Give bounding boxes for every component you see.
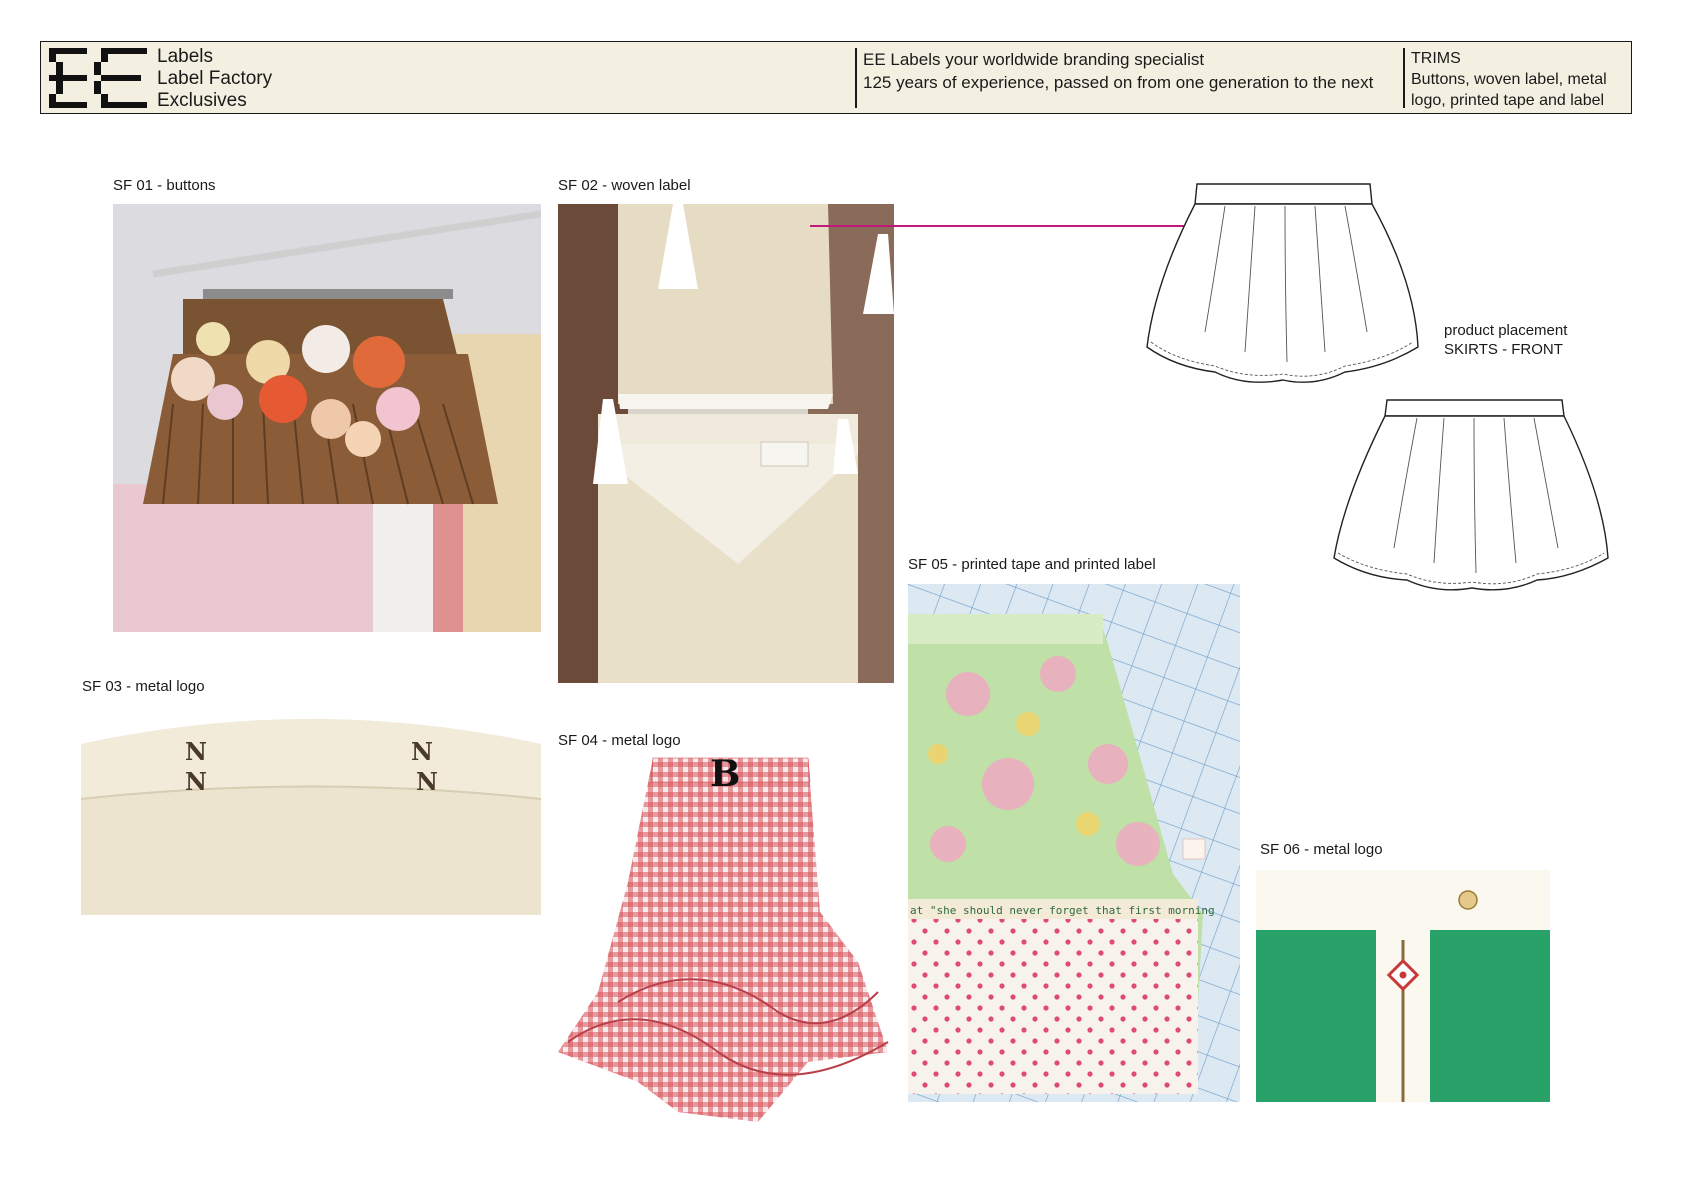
trims-line-2: logo, printed tape and label <box>1411 92 1605 109</box>
brand-name: Labels Label Factory Exclusives <box>157 46 272 112</box>
tagline-line-1: EE Labels your worldwide branding specia… <box>863 50 1205 69</box>
placement-note-line-2: SKIRTS - FRONT <box>1444 341 1563 358</box>
photo-sf03-metal-logo: NN NN <box>81 704 541 915</box>
ee-logo <box>49 48 149 108</box>
caption-sf05: SF 05 - printed tape and printed label <box>908 556 1156 573</box>
brand-line-exclusives: Exclusives <box>157 90 247 111</box>
caption-sf06: SF 06 - metal logo <box>1260 841 1383 858</box>
placement-note: product placement SKIRTS - FRONT <box>1444 321 1567 359</box>
header-divider <box>1403 48 1405 108</box>
caption-sf04: SF 04 - metal logo <box>558 732 681 749</box>
svg-text:N: N <box>411 737 433 766</box>
tagline: EE Labels your worldwide branding specia… <box>863 48 1373 94</box>
skirt-sketch-front-bottom <box>1332 398 1612 608</box>
photo-sf04-metal-logo: B <box>558 752 900 1130</box>
brand-line-label-factory: Label Factory <box>157 68 273 89</box>
printed-tape-text: at "she should never forget that first m… <box>910 904 1215 917</box>
trims-line-1: Buttons, woven label, metal <box>1411 71 1607 88</box>
trims-title: TRIMS <box>1411 50 1461 67</box>
tagline-line-2: 125 years of experience, passed on from … <box>863 73 1374 92</box>
photo-sf06-metal-logo <box>1256 870 1550 1102</box>
header-bar: Labels Label Factory Exclusives EE Label… <box>40 41 1632 114</box>
photo-sf05-printed-tape: at "she should never forget that first m… <box>908 584 1240 1102</box>
caption-sf01: SF 01 - buttons <box>113 177 216 194</box>
brand-line-labels: Labels <box>157 46 213 67</box>
svg-text:N: N <box>185 737 207 766</box>
caption-sf02: SF 02 - woven label <box>558 177 691 194</box>
skirt-sketch-front-top <box>1145 182 1420 402</box>
svg-text:N: N <box>416 767 438 796</box>
placement-note-line-1: product placement <box>1444 322 1568 339</box>
photo-sf02-woven-label <box>558 204 894 683</box>
svg-text:N: N <box>185 767 207 796</box>
caption-sf03: SF 03 - metal logo <box>82 678 205 695</box>
header-divider <box>855 48 857 108</box>
trims-info: TRIMS Buttons, woven label, metal logo, … <box>1411 48 1631 111</box>
photo-sf01-buttons <box>113 204 541 632</box>
svg-text:B: B <box>710 753 740 795</box>
